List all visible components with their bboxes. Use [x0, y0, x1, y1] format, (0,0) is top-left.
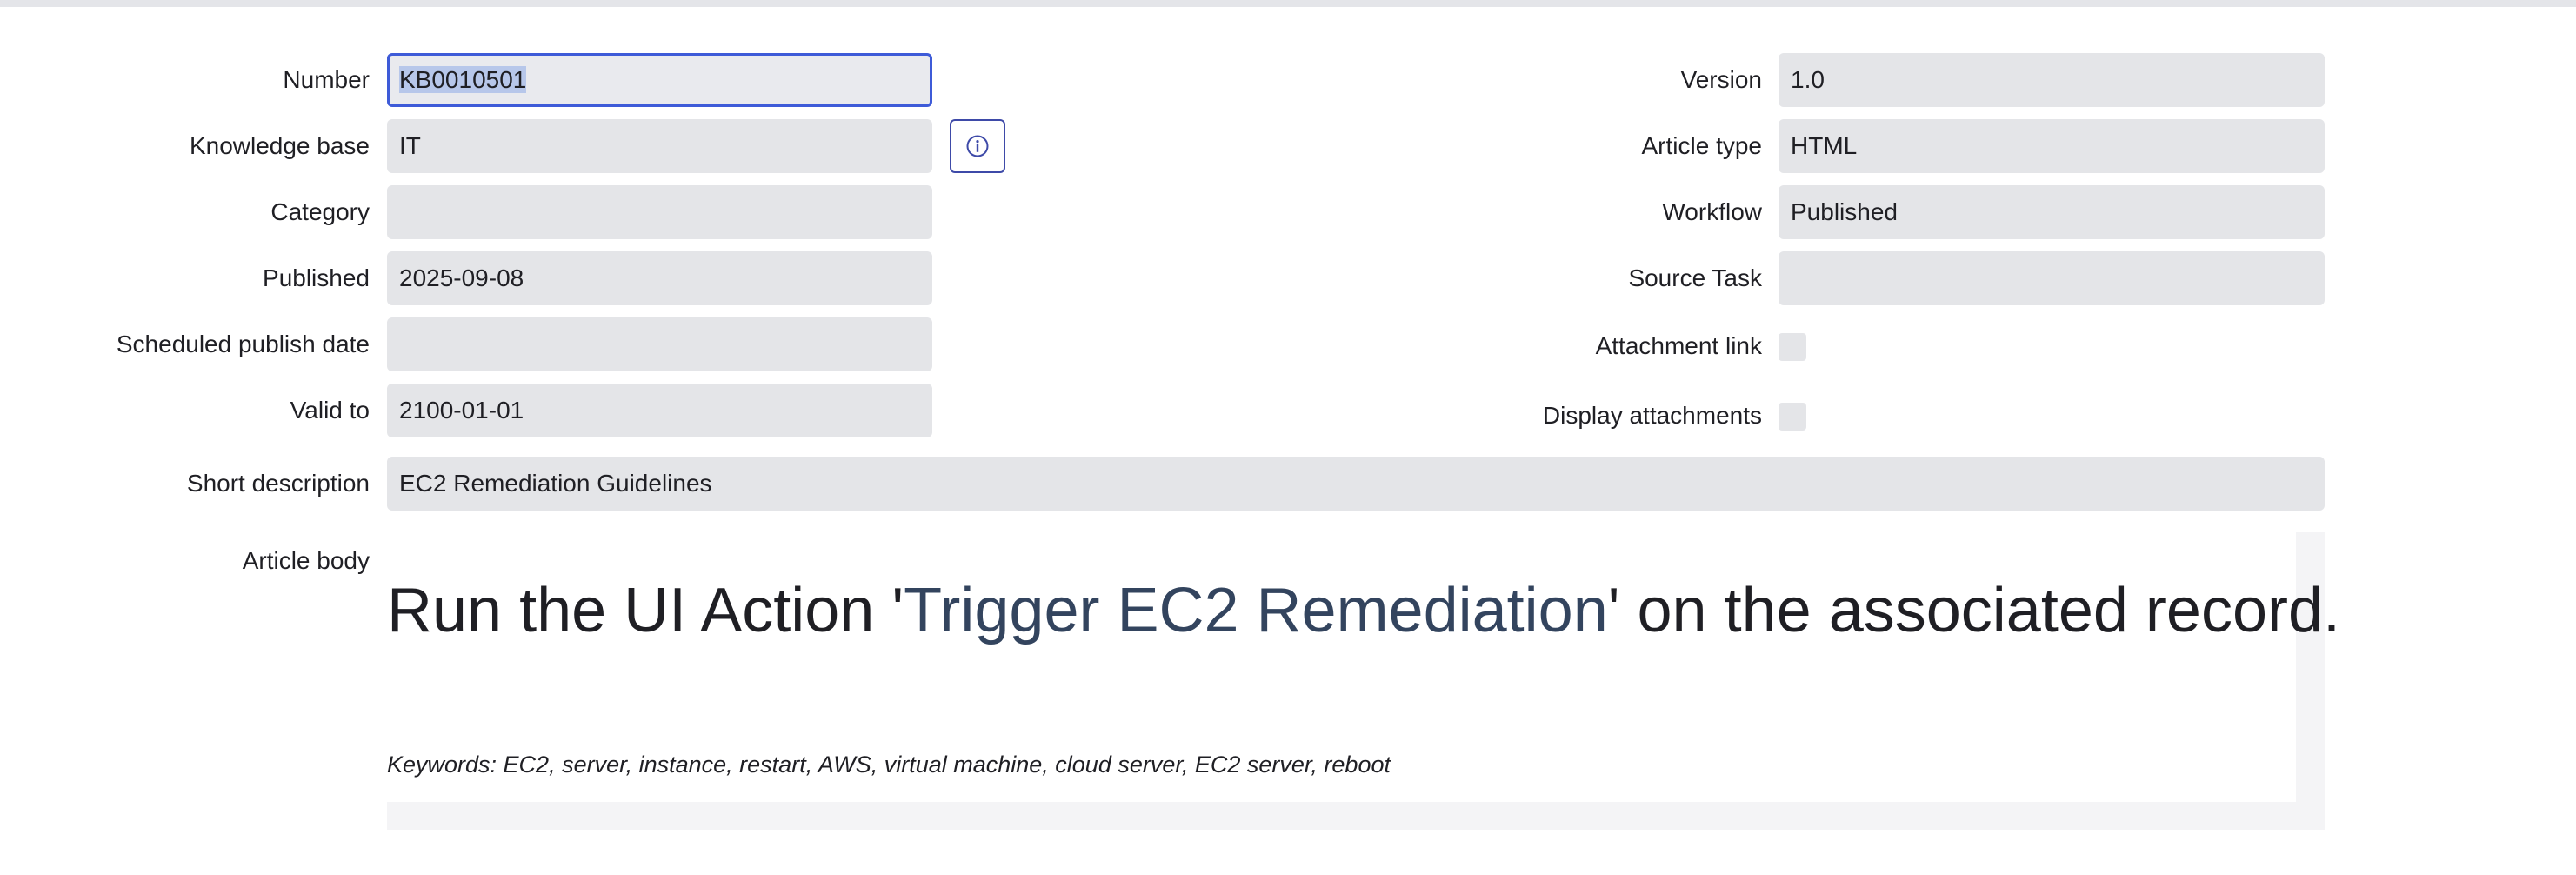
knowledge-base-label: Knowledge base	[189, 132, 370, 159]
article-heading-post: ' on the associated record.	[1607, 576, 2341, 645]
article-body-content[interactable]: Run the UI Action 'Trigger EC2 Remediati…	[387, 532, 2340, 802]
short-description-label: Short description	[186, 470, 370, 497]
scheduled-publish-date-label: Scheduled publish date	[116, 331, 370, 357]
number-label: Number	[283, 66, 370, 93]
category-label: Category	[270, 198, 370, 225]
workflow-label: Workflow	[1662, 198, 1762, 225]
article-heading: Run the UI Action 'Trigger EC2 Remediati…	[387, 567, 2340, 654]
published-label: Published	[263, 264, 370, 291]
ui-action-link[interactable]: Trigger EC2 Remediation	[904, 576, 1608, 645]
article-type-input[interactable]: HTML	[1779, 119, 2325, 173]
source-task-label: Source Task	[1628, 264, 1762, 291]
info-circle-icon	[966, 135, 989, 157]
number-value: KB0010501	[399, 66, 527, 93]
category-input[interactable]	[387, 185, 932, 239]
display-attachments-label: Display attachments	[1542, 402, 1762, 429]
article-body-label: Article body	[242, 547, 370, 574]
article-heading-pre: Run the UI Action '	[387, 576, 904, 645]
knowledge-base-input[interactable]: IT	[387, 119, 932, 173]
version-input[interactable]: 1.0	[1779, 53, 2325, 107]
valid-to-input[interactable]: 2100-01-01	[387, 384, 932, 438]
article-body-editor[interactable]: Run the UI Action 'Trigger EC2 Remediati…	[387, 532, 2340, 830]
workflow-input[interactable]: Published	[1779, 185, 2325, 239]
valid-to-label: Valid to	[290, 397, 370, 424]
published-input[interactable]: 2025-09-08	[387, 251, 932, 305]
display-attachments-checkbox[interactable]	[1779, 403, 1806, 431]
scheduled-publish-date-input[interactable]	[387, 317, 932, 371]
top-border	[0, 0, 2576, 7]
attachment-link-label: Attachment link	[1595, 332, 1762, 359]
attachment-link-checkbox[interactable]	[1779, 333, 1806, 361]
source-task-input[interactable]	[1779, 251, 2325, 305]
version-label: Version	[1680, 66, 1762, 93]
number-input[interactable]: KB0010501	[387, 53, 932, 107]
knowledge-base-info-button[interactable]	[950, 119, 1005, 173]
article-keywords: Keywords: EC2, server, instance, restart…	[387, 751, 1391, 778]
article-type-label: Article type	[1641, 132, 1763, 159]
short-description-input[interactable]: EC2 Remediation Guidelines	[387, 457, 2325, 511]
